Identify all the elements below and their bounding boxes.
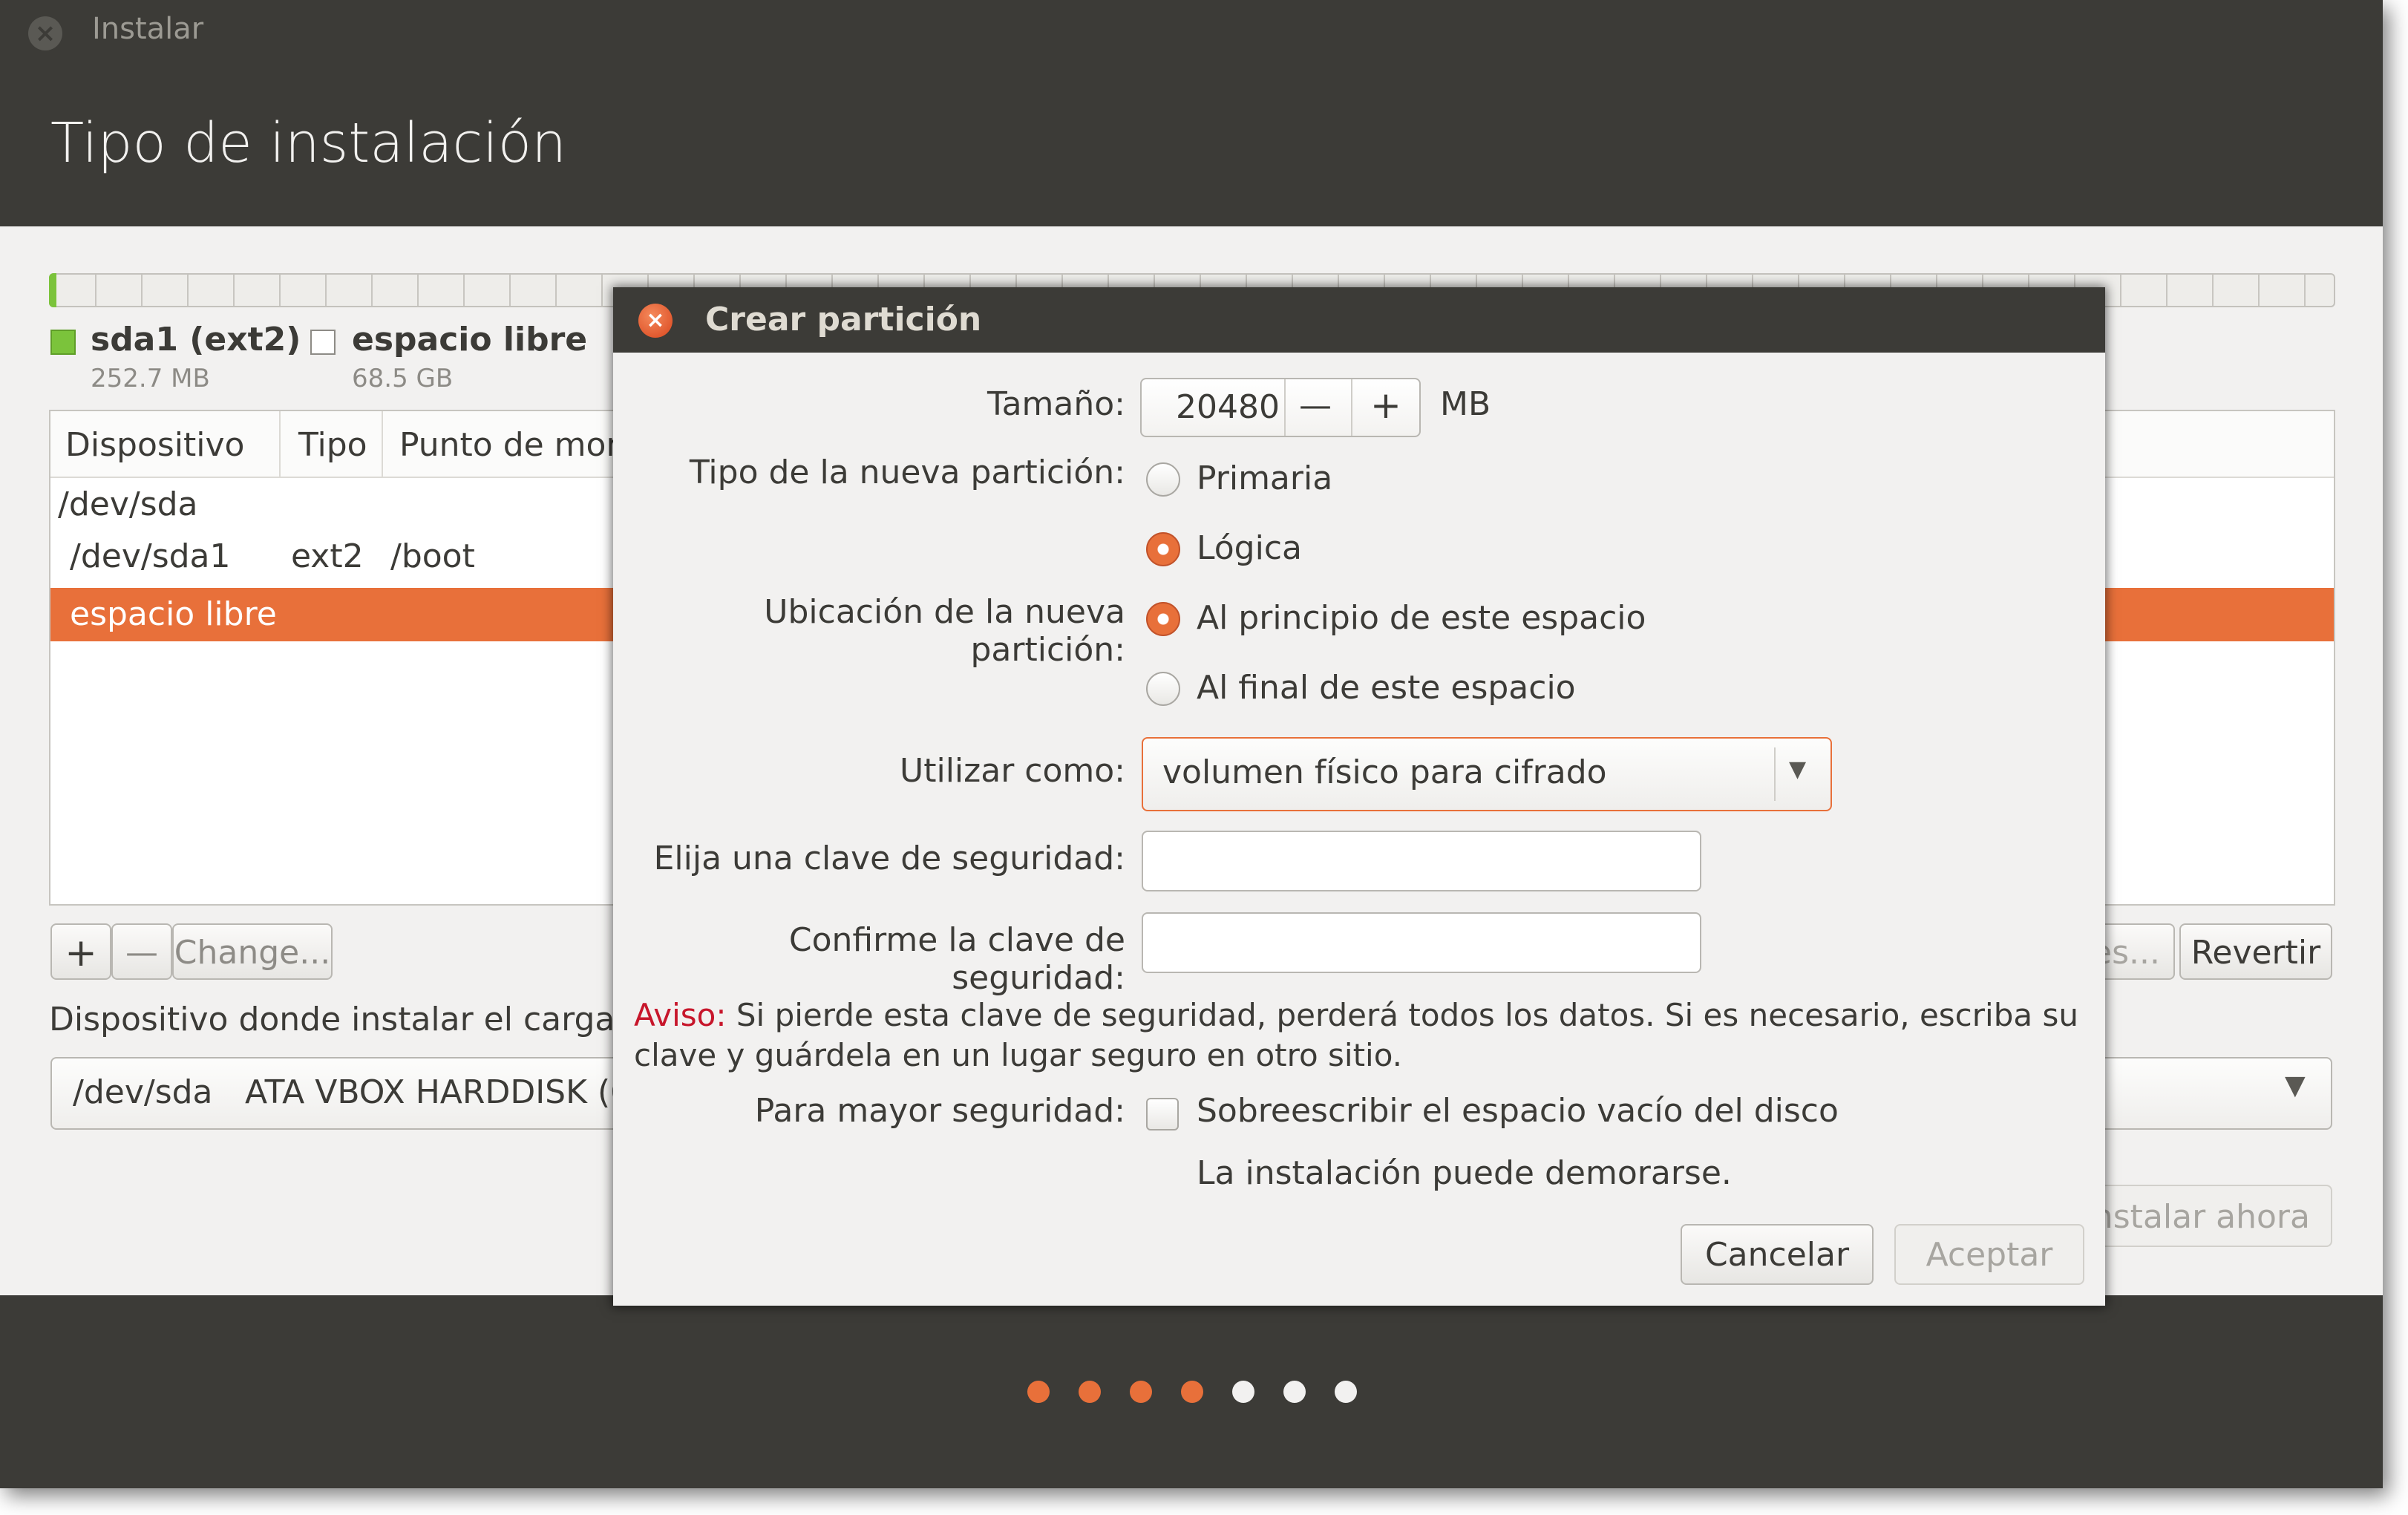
chevron-down-icon: ▼ [1789,756,1807,782]
stepper-divider [1351,379,1352,436]
close-icon[interactable]: × [638,304,673,338]
progress-dot [1079,1381,1101,1403]
option-primary[interactable]: Primaria [1197,459,1332,497]
page-title: Tipo de instalación [50,111,566,175]
select-divider [1774,747,1776,801]
warning-line1: Si pierde esta clave de seguridad, perde… [736,997,2078,1033]
size-unit: MB [1440,385,1491,423]
bootloader-description: ATA VBOX HARDDISK (6 [245,1073,632,1111]
radio-location-start[interactable] [1146,602,1180,636]
overwrite-checkbox[interactable] [1146,1098,1179,1130]
column-header-type[interactable]: Tipo [298,426,367,464]
warning-text: Aviso: Si pierde esta clave de seguridad… [634,995,2078,1076]
cancel-button[interactable]: Cancelar [1681,1224,1874,1285]
table-row-type: ext2 [291,537,364,575]
progress-dot [1181,1381,1203,1403]
table-row-device: espacio libre [70,595,277,633]
accept-button[interactable]: Aceptar [1894,1224,2084,1285]
radio-location-end[interactable] [1146,672,1180,706]
bootloader-device: /dev/sda [73,1073,213,1111]
option-logical[interactable]: Lógica [1197,529,1302,567]
progress-dot [1335,1381,1357,1403]
legend-name-sda1: sda1 (ext2) [91,321,301,359]
radio-primary[interactable] [1146,462,1180,497]
overwrite-label[interactable]: Sobreescribir el espacio vacío del disco [1197,1092,1839,1130]
legend-swatch-free [310,330,336,355]
column-header-device[interactable]: Dispositivo [65,426,244,464]
table-row-device[interactable]: /dev/sda1 [70,537,231,575]
legend-size-free: 68.5 GB [352,364,454,393]
confirm-key-field[interactable] [1142,912,1701,973]
progress-dot [1027,1381,1050,1403]
progress-dot [1232,1381,1254,1403]
plus-icon[interactable]: + [1370,384,1401,427]
window-title: Instalar [92,12,204,46]
disk-used-segment [49,273,56,307]
size-value[interactable]: 20480 [1176,388,1280,426]
warning-prefix: Aviso: [634,997,727,1033]
create-partition-dialog: × Crear partición Tamaño: 20480 — + MB T… [613,287,2105,1306]
dialog-titlebar: × Crear partición [613,287,2105,353]
option-location-start[interactable]: Al principio de este espacio [1197,599,1646,637]
security-key-field[interactable] [1142,831,1701,891]
legend-name-free: espacio libre [352,321,588,359]
legend-swatch-sda1 [50,330,76,355]
column-separator [382,411,383,477]
progress-dot [1283,1381,1306,1403]
confirm-key-label: Confirme la clave de seguridad: [788,921,1125,997]
option-location-end[interactable]: Al final de este espacio [1197,669,1576,707]
partition-type-label: Tipo de la nueva partición: [689,454,1125,491]
column-separator [279,411,281,477]
progress-dot [1130,1381,1152,1403]
table-row-mount: /boot [390,537,475,575]
add-partition-button[interactable]: + [50,923,111,980]
extra-security-label: Para mayor seguridad: [754,1092,1125,1130]
close-icon[interactable]: × [28,16,62,50]
chevron-down-icon: ▼ [2285,1070,2306,1101]
size-stepper[interactable]: 20480 — + [1140,378,1421,437]
remove-partition-button[interactable]: — [111,923,172,980]
install-now-button[interactable]: nstalar ahora [2078,1185,2332,1247]
revert-button[interactable]: Revertir [2179,923,2332,980]
use-as-label: Utilizar como: [900,752,1125,790]
use-as-value: volumen físico para cifrado [1162,753,1607,791]
use-as-select[interactable]: volumen físico para cifrado ▼ [1142,737,1832,811]
stepper-divider [1284,379,1286,436]
bootloader-label: Dispositivo donde instalar el cargad [49,1001,636,1038]
radio-logical[interactable] [1146,532,1180,566]
security-key-label: Elija una clave de seguridad: [653,840,1125,877]
change-partition-button[interactable]: Change... [172,923,333,980]
table-row-device[interactable]: /dev/sda [58,485,198,523]
warning-line2: clave y guárdela en un lugar seguro en o… [634,1037,1403,1073]
delay-note: La instalación puede demorarse. [1197,1154,1732,1192]
legend-size-sda1: 252.7 MB [91,364,210,393]
partition-location-label: Ubicación de la nueva partición: [764,593,1125,669]
minus-icon[interactable]: — [1299,387,1332,425]
column-header-mount[interactable]: Punto de mon [399,426,626,464]
size-label: Tamaño: [987,385,1125,423]
dialog-title: Crear partición [705,301,982,338]
